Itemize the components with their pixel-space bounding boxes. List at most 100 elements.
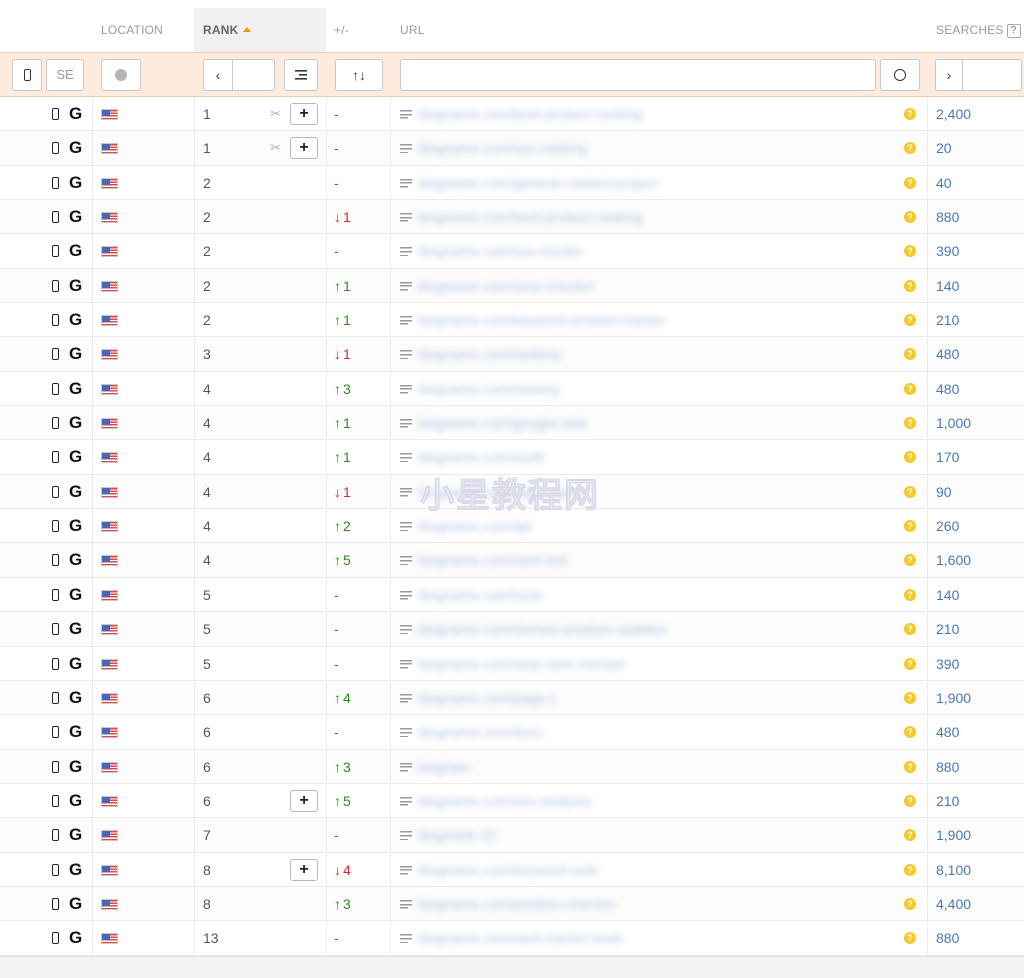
help-icon[interactable]: ?: [1006, 24, 1021, 38]
url-link[interactable]: blogname.com/seo-tracker: [418, 234, 768, 268]
arrow-up-icon: ↑: [334, 758, 341, 775]
question-icon[interactable]: ?: [904, 382, 916, 395]
question-icon[interactable]: ?: [904, 520, 916, 533]
text-lines-icon[interactable]: [400, 556, 412, 566]
arrow-up-icon: ↑: [334, 312, 341, 329]
url-link[interactable]: blogname.com/seo-ranking: [418, 131, 768, 165]
text-lines-icon[interactable]: [400, 453, 412, 463]
url-link[interactable]: blogname.com/best-product-ranking: [418, 200, 768, 234]
question-icon[interactable]: ?: [904, 314, 916, 327]
question-icon[interactable]: ?: [904, 691, 916, 704]
question-icon[interactable]: ?: [904, 863, 916, 876]
question-icon[interactable]: ?: [904, 623, 916, 636]
url-link[interactable]: blogname.com/general-content-project: [418, 166, 768, 200]
text-lines-icon[interactable]: [400, 350, 412, 360]
text-lines-icon[interactable]: [400, 659, 412, 669]
question-icon[interactable]: ?: [904, 554, 916, 567]
column-location[interactable]: LOCATION: [101, 8, 163, 52]
url-link[interactable]: blogname.com/keyword-position-tracker: [418, 303, 768, 337]
column-change[interactable]: +/-: [334, 8, 349, 52]
google-icon: G: [69, 653, 83, 673]
device-filter-button[interactable]: [12, 59, 42, 91]
text-lines-icon[interactable]: [400, 522, 412, 532]
question-icon[interactable]: ?: [904, 279, 916, 292]
question-icon[interactable]: ?: [904, 108, 916, 120]
question-icon[interactable]: ?: [904, 485, 916, 498]
rank-prev-button[interactable]: ‹: [203, 59, 233, 91]
add-button[interactable]: +: [290, 103, 318, 125]
url-link[interactable]: blog/rank-10: [418, 818, 768, 852]
url-circle-button[interactable]: [880, 59, 920, 91]
question-icon[interactable]: ?: [904, 348, 916, 361]
question-icon[interactable]: ?: [904, 932, 916, 945]
url-link[interactable]: blogname.com/keyword-rank: [418, 853, 768, 887]
text-lines-icon[interactable]: [400, 728, 412, 738]
column-rank-sorted[interactable]: RANK: [194, 8, 326, 52]
text-lines-icon[interactable]: [400, 590, 412, 600]
rank-filter-input[interactable]: [232, 59, 275, 91]
text-lines-icon[interactable]: [400, 316, 412, 326]
url-link[interactable]: blogname.com/domain-position-updates: [418, 612, 768, 646]
text-lines-icon[interactable]: [400, 384, 412, 394]
text-lines-icon[interactable]: [400, 934, 412, 944]
url-link[interactable]: blogname.com/page-1: [418, 681, 768, 715]
question-icon[interactable]: ?: [904, 417, 916, 430]
add-button[interactable]: +: [290, 858, 318, 881]
text-lines-icon[interactable]: [400, 281, 412, 291]
question-icon[interactable]: ?: [904, 726, 916, 739]
text-lines-icon[interactable]: [400, 865, 412, 875]
rank-list-button[interactable]: [284, 59, 318, 91]
add-button[interactable]: +: [290, 137, 318, 160]
question-icon[interactable]: ?: [904, 794, 916, 807]
url-link[interactable]: blogname.com/tools: [418, 578, 768, 612]
text-lines-icon[interactable]: [400, 144, 412, 154]
url-link[interactable]: blogname.com/position-checker: [418, 887, 768, 921]
text-lines-icon[interactable]: [400, 693, 412, 703]
url-link[interactable]: blogname.com/ranking: [418, 372, 768, 406]
url-link[interactable]: blogname.com/serp-checker: [418, 269, 768, 303]
url-link[interactable]: blogname.com/rank-tracker-tools: [418, 921, 768, 955]
add-button[interactable]: +: [290, 789, 318, 812]
question-icon[interactable]: ?: [904, 176, 916, 189]
scissors-icon[interactable]: ✂: [270, 131, 281, 165]
question-icon[interactable]: ?: [904, 245, 916, 258]
text-lines-icon[interactable]: [400, 247, 412, 257]
text-lines-icon[interactable]: [400, 487, 412, 497]
text-lines-icon[interactable]: [400, 178, 412, 188]
text-lines-icon[interactable]: [400, 796, 412, 806]
change-sort-button[interactable]: ↑↓: [335, 59, 383, 91]
text-lines-icon[interactable]: [400, 899, 412, 909]
rank-change-value: 5: [343, 552, 351, 569]
question-icon[interactable]: ?: [904, 142, 916, 155]
text-lines-icon[interactable]: [400, 419, 412, 429]
searches-filter-input[interactable]: [962, 59, 1022, 91]
text-lines-icon[interactable]: [400, 831, 412, 841]
question-icon[interactable]: ?: [904, 829, 916, 842]
text-lines-icon[interactable]: [400, 213, 412, 223]
text-lines-icon[interactable]: [400, 625, 412, 635]
question-icon[interactable]: ?: [904, 657, 916, 670]
text-lines-icon[interactable]: [400, 110, 412, 119]
location-filter-button[interactable]: [101, 59, 141, 91]
text-lines-icon[interactable]: [400, 762, 412, 772]
url-link[interactable]: blogname.com/best-product-ranking: [418, 97, 768, 131]
url-link[interactable]: blogname.com/rank-tool: [418, 543, 768, 577]
url-link[interactable]: blogname.com/google-rank: [418, 406, 768, 440]
question-icon[interactable]: ?: [904, 588, 916, 601]
question-icon[interactable]: ?: [904, 897, 916, 910]
question-icon[interactable]: ?: [904, 760, 916, 773]
search-engine-filter-input[interactable]: SE: [46, 59, 84, 91]
column-searches[interactable]: SEARCHES?: [936, 8, 1021, 52]
rank-change-value: 1: [343, 449, 351, 466]
url-filter-input[interactable]: [400, 59, 876, 91]
searches-next-button[interactable]: ›: [935, 59, 963, 91]
url-link[interactable]: blogname.com/serp-rank-checker: [418, 647, 768, 681]
question-icon[interactable]: ?: [904, 451, 916, 464]
url-link[interactable]: blogname.com/docs: [418, 715, 768, 749]
question-icon[interactable]: ?: [904, 211, 916, 224]
scissors-icon[interactable]: ✂: [270, 97, 281, 131]
url-link[interactable]: blog/seo: [418, 750, 768, 784]
url-link[interactable]: blogname.com/ranking: [418, 337, 768, 371]
url-link[interactable]: blogname.com/seo-analysis: [418, 784, 768, 818]
column-url[interactable]: URL: [400, 8, 425, 52]
